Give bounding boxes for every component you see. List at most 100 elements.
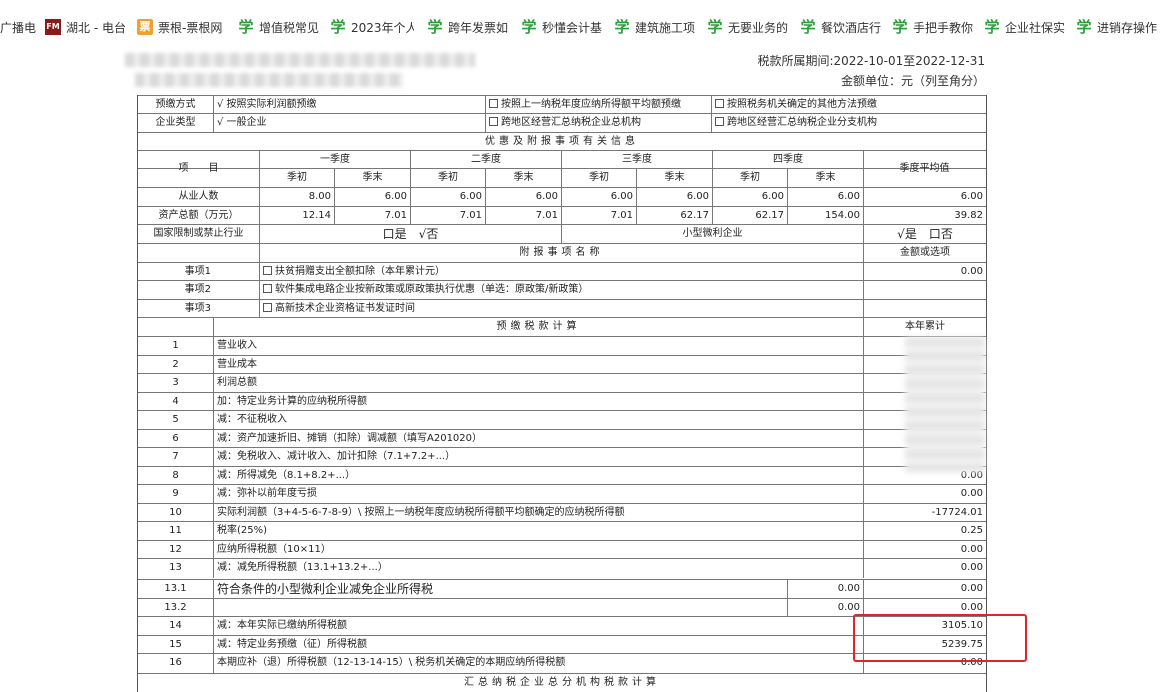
row-desc: 加：特定业务计算的应纳税所得额 (213, 393, 863, 411)
value-cell[interactable]: 6.00 (787, 188, 863, 207)
bookmark-item[interactable]: 学餐饮酒店行 (800, 17, 884, 37)
xue-icon: 学 (800, 18, 816, 36)
bookmark-item[interactable]: 票票根-票根网 (137, 17, 227, 37)
row-no: 13.1 (164, 583, 187, 594)
bookmark-item[interactable]: 学手把手教你 (892, 17, 976, 37)
row-mid-value[interactable]: 0.00 (787, 580, 863, 599)
value-cell[interactable]: 12.14 (259, 207, 334, 225)
item-value[interactable] (863, 281, 986, 300)
row-mid-value[interactable]: 0.00 (787, 599, 863, 617)
xue-icon: 学 (427, 18, 443, 36)
value-cell[interactable]: 6.00 (410, 188, 485, 207)
bookmark-item[interactable]: 学进销存操作 (1076, 17, 1166, 37)
blank-cell (138, 244, 259, 263)
bookmark-item[interactable]: 学跨年发票如 (427, 17, 511, 37)
bookmarks-bar: 广播电 FM 湖北 - 电台 票票根-票根网 学增值税常见 学 2023年个人 学跨… (0, 0, 1166, 52)
row-no: 1 (172, 340, 179, 351)
bookmark-label: 湖北 - 电台 (66, 20, 126, 35)
bookmark-item[interactable]: 学秒懂会计基 (521, 17, 605, 37)
xue-icon: 学 (707, 18, 723, 36)
value-cell[interactable]: 62.17 (712, 207, 787, 225)
value-cell[interactable]: 62.17 (636, 207, 712, 225)
item-desc-text: 高新技术企业资格证书发证时间 (275, 303, 415, 314)
calc-row: 2 营业成本 (138, 355, 986, 374)
calc-title-row: 预缴税款计算 本年累计 (138, 317, 986, 337)
row-value[interactable]: -17724.01 (863, 504, 986, 522)
quarter-header-row: 一季度 二季度 三季度 四季度 (138, 150, 986, 169)
row-no: 10 (169, 507, 182, 518)
bookmark-label: 建筑施工项 (635, 20, 696, 35)
attached-title: 附报事项名称 (259, 244, 863, 263)
restricted-value[interactable]: 口是 √否 (259, 225, 561, 244)
value-cell[interactable]: 7.01 (410, 207, 485, 225)
row-no: 16 (169, 657, 182, 668)
start-label: 季初 (410, 169, 485, 188)
row-no: 8 (172, 470, 179, 481)
piaogen-icon: 票 (137, 19, 153, 35)
row-value[interactable]: 0.00 (863, 541, 986, 559)
row-no: 15 (169, 639, 182, 650)
enterprise-type-row: 企业类型 √ 一般企业 跨地区经营汇总纳税企业总机构 跨地区经营汇总纳税企业分支… (138, 113, 986, 133)
small-enterprise-value[interactable]: √是 口否 (863, 225, 986, 244)
row-value[interactable]: 0.00 (863, 559, 986, 578)
row-no: 14 (169, 620, 182, 631)
bookmark-label: 餐饮酒店行 (821, 20, 882, 35)
checkbox-icon (263, 266, 272, 275)
xue-icon: 学 (521, 18, 537, 36)
bookmark-item[interactable]: FM 湖北 - 电台 (45, 17, 127, 37)
value-cell[interactable]: 7.01 (334, 207, 410, 225)
value-cell[interactable]: 6.00 (712, 188, 787, 207)
redacted-taxpayer-name (125, 53, 475, 67)
summary-title: 汇总纳税企业总分机构税款计算 (464, 677, 660, 688)
enterprise-option-general[interactable]: √ 一般企业 (213, 114, 485, 133)
item-desc[interactable]: 软件集成电路企业按新政策或原政策执行优惠（单选：原政策/新政策） (259, 281, 863, 300)
prepay-option-actual[interactable]: √ 按照实际利润额预缴 (213, 96, 485, 114)
row-desc (213, 599, 787, 617)
value-cell[interactable]: 7.01 (561, 207, 636, 225)
row-no: 7 (172, 451, 179, 462)
enterprise-option-head[interactable]: 跨地区经营汇总纳税企业总机构 (485, 114, 711, 133)
row-no: 6 (172, 433, 179, 444)
quarter-label: 一季度 (259, 151, 410, 169)
xue-icon: 学 (238, 18, 254, 36)
item-desc[interactable]: 扶贫捐赠支出全额扣除（本年累计元） (259, 263, 863, 281)
checkbox-icon (263, 284, 272, 293)
item-value[interactable]: 0.00 (863, 263, 986, 281)
prepay-option-other[interactable]: 按照税务机关确定的其他方法预缴 (711, 96, 986, 114)
value-cell[interactable]: 7.01 (485, 207, 561, 225)
option-label: 跨地区经营汇总纳税企业分支机构 (727, 117, 877, 128)
bookmark-label: 票根-票根网 (158, 20, 223, 35)
restricted-row: 国家限制或禁止行业 口是 √否 小型微利企业 √是 口否 (138, 224, 986, 244)
value-cell[interactable]: 154.00 (787, 207, 863, 225)
value-cell[interactable]: 6.00 (334, 188, 410, 207)
quarter-label: 三季度 (561, 151, 712, 169)
prepay-option-average[interactable]: 按照上一纳税年度应纳所得额平均额预缴 (485, 96, 711, 114)
item-value[interactable] (863, 300, 986, 318)
checkbox-icon (263, 303, 272, 312)
bookmark-item[interactable]: 广播电 (0, 17, 40, 37)
bookmark-item[interactable]: 学 2023年个人 (330, 17, 414, 37)
bookmark-item[interactable]: 学无要业务的 (707, 17, 791, 37)
enterprise-option-branch[interactable]: 跨地区经营汇总纳税企业分支机构 (711, 114, 986, 133)
bookmark-item[interactable]: 学增值税常见 (238, 17, 322, 37)
row-label: 从业人数 (178, 191, 219, 202)
row-value[interactable]: 0.25 (863, 522, 986, 541)
value-cell[interactable]: 6.00 (485, 188, 561, 207)
calc-title: 预缴税款计算 (213, 318, 863, 337)
quarter-subheader-row: 季初 季末 季初 季末 季初 季末 季初 季末 (138, 168, 986, 188)
row-label: 企业类型 (155, 117, 196, 128)
row-value[interactable]: 0.00 (863, 485, 986, 504)
bookmark-item[interactable]: 学企业社保实 (984, 17, 1068, 37)
xue-icon: 学 (614, 18, 630, 36)
calc-row: 8 减：所得减免（8.1+8.2+...） 0.00 (138, 466, 986, 485)
row-value[interactable]: 0.00 (863, 580, 986, 599)
value-cell[interactable]: 8.00 (259, 188, 334, 207)
summary-title-row: 汇总纳税企业总分机构税款计算 (138, 673, 986, 692)
value-cell[interactable]: 6.00 (636, 188, 712, 207)
row-no: 12 (169, 544, 182, 555)
item-desc[interactable]: 高新技术企业资格证书发证时间 (259, 300, 863, 318)
bookmark-item[interactable]: 学建筑施工项 (614, 17, 698, 37)
end-label: 季末 (485, 169, 561, 188)
value-cell[interactable]: 6.00 (561, 188, 636, 207)
checkbox-icon (715, 99, 724, 108)
